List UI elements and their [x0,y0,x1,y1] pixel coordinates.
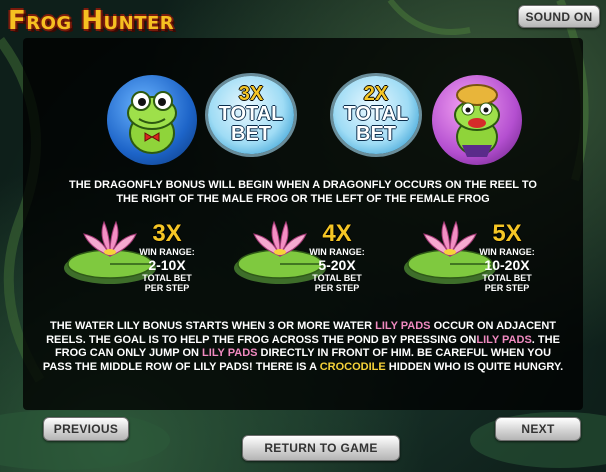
lily-multiplier: 4X [322,220,352,247]
total-bet-per-step-label: TOTAL BET PER STEP [312,273,362,293]
win-range-label: WIN RANGE: [309,247,365,257]
next-button[interactable]: NEXT [495,417,581,441]
female-frog-icon [432,75,522,165]
lily-bonus-4x: 4X WIN RANGE: 5-20X TOTAL BET PER STEP [307,220,367,294]
total-bet-per-step-label: TOTAL BET PER STEP [142,273,192,293]
win-range-value: 5-20X [318,257,356,273]
sound-toggle-button[interactable]: SOUND ON [518,5,600,28]
text-segment: THE WATER LILY BONUS STARTS WHEN 3 OR MO… [49,320,376,332]
multiplier-text: 3X [238,83,264,105]
lily-bonus-3x: 3X WIN RANGE: 2-10X TOTAL BET PER STEP [137,220,197,294]
multiplier-text: 2X [363,83,389,105]
water-lily-bonus-description: THE WATER LILY BONUS STARTS WHEN 3 OR MO… [40,320,566,374]
total-bet-per-step-label: TOTAL BET PER STEP [482,273,532,293]
frog-hunter-logo: Frog Hunter [8,6,175,36]
return-to-game-button[interactable]: RETURN TO GAME [242,435,400,461]
total-bet-label: TOTAL BET [343,103,409,145]
dragonfly-bonus-description: THE DRAGONFLY BONUS WILL BEGIN WHEN A DR… [69,179,537,205]
win-range-label: WIN RANGE: [139,247,195,257]
lily-multiplier: 5X [492,220,522,247]
win-range-value: 10-20X [484,257,530,273]
previous-button[interactable]: PREVIOUS [43,417,129,441]
lily-bonus-5x: 5X WIN RANGE: 10-20X TOTAL BET PER STEP [477,220,537,294]
highlight-lily-pads: LILY PADS [375,320,431,332]
win-range-value: 2-10X [148,257,186,273]
highlight-lily-pads: LILY PADS [202,347,258,359]
text-segment: HIDDEN WHO IS QUITE HUNGRY. [385,360,564,373]
highlight-crocodile: CROCODILE [319,360,386,373]
total-bet-label: TOTAL BET [218,103,284,145]
male-frog-icon [107,75,197,165]
win-range-label: WIN RANGE: [479,247,535,257]
highlight-lily-pads: LILY PADS [476,333,532,346]
lily-multiplier: 3X [152,220,182,247]
splash-bonus-2x: 2X TOTAL BET [333,76,419,154]
splash-bonus-3x: 3X TOTAL BET [208,76,294,154]
